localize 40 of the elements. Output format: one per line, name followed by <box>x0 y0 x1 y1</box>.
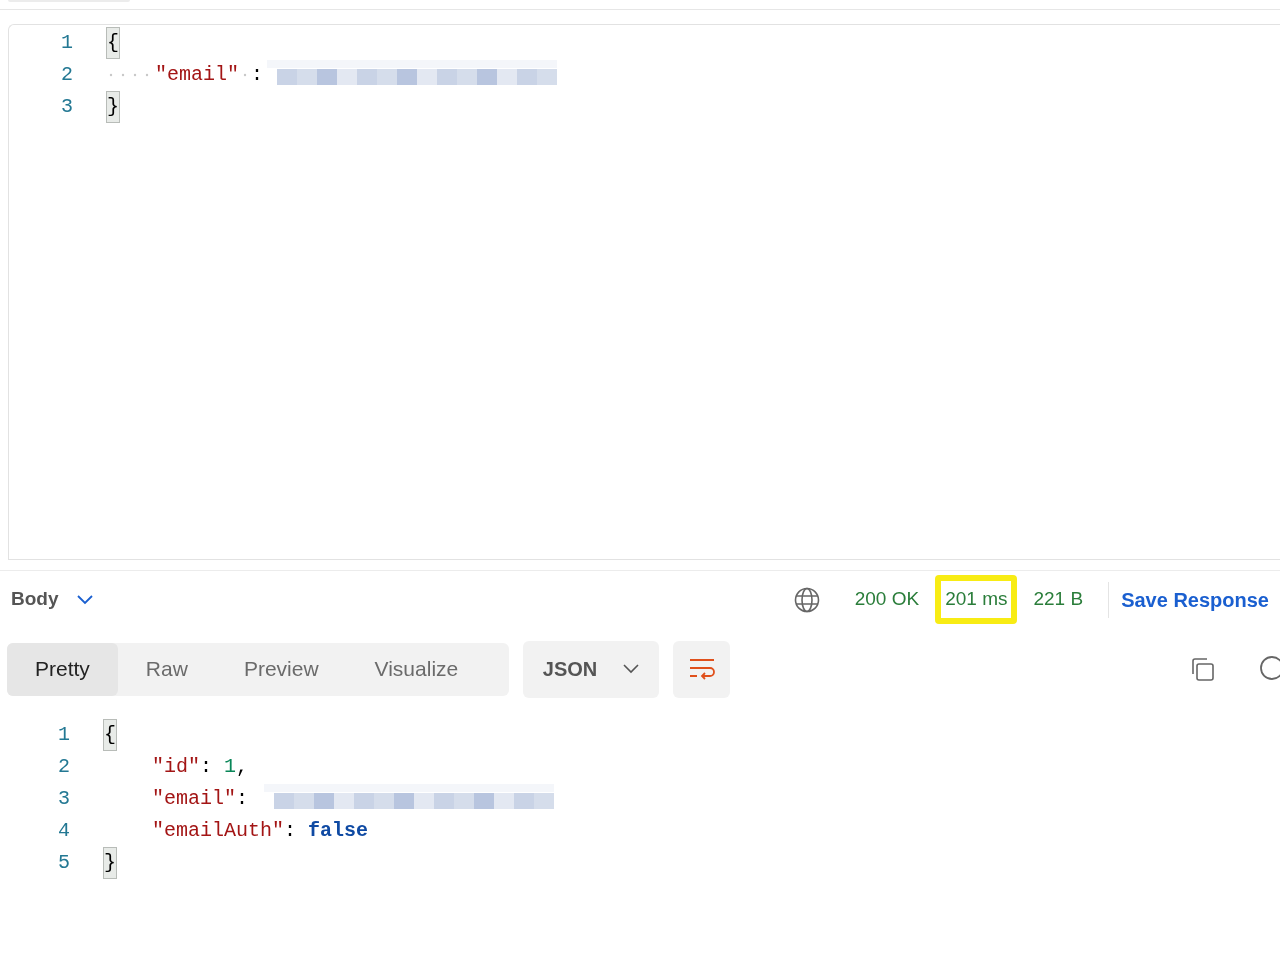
view-tab[interactable]: Visualize <box>346 642 487 696</box>
view-tab[interactable]: Raw <box>117 642 216 696</box>
line-number: 1 <box>57 722 70 748</box>
matched-brace: } <box>104 848 116 878</box>
line-number: 2 <box>57 754 70 780</box>
json-key: "emailAuth" <box>152 816 285 846</box>
request-body-editor[interactable]: 1 { 2 "email" : 3 } <box>8 24 1280 560</box>
view-tab[interactable]: Pretty <box>7 642 118 696</box>
json-key: "email" <box>155 60 239 90</box>
punctuation: : <box>284 818 298 844</box>
punctuation: : <box>236 786 250 812</box>
json-key: "email" <box>152 784 236 814</box>
json-number: 1 <box>224 754 237 780</box>
chevron-down-icon <box>623 664 640 674</box>
response-stat: 221 B <box>1032 587 1085 612</box>
punctuation: , <box>236 754 249 780</box>
search-icon[interactable] <box>1258 655 1280 683</box>
line-number: 3 <box>57 786 70 812</box>
line-number: 3 <box>60 94 73 120</box>
matched-brace: { <box>107 28 119 58</box>
format-dropdown[interactable]: JSON <box>523 640 659 698</box>
punctuation: : <box>251 62 264 88</box>
globe-icon[interactable] <box>793 586 820 613</box>
punctuation: : <box>200 754 214 780</box>
chevron-down-icon <box>76 594 93 605</box>
matched-brace: { <box>104 720 116 750</box>
line-number: 5 <box>57 850 70 876</box>
view-tab[interactable]: Preview <box>215 642 347 696</box>
wrap-lines-icon <box>687 657 716 681</box>
response-stat: 201 ms <box>935 575 1018 624</box>
response-stat: 200 OK <box>853 587 921 612</box>
save-response-button[interactable]: Save Response <box>1121 584 1269 615</box>
line-number: 1 <box>60 30 73 56</box>
matched-brace: } <box>107 92 119 122</box>
line-number: 2 <box>60 62 73 88</box>
json-key: "id" <box>152 752 200 782</box>
json-boolean: false <box>308 818 369 844</box>
line-number: 4 <box>57 818 70 844</box>
body-dropdown[interactable]: Body <box>11 585 93 614</box>
wrap-lines-button[interactable] <box>673 640 730 698</box>
